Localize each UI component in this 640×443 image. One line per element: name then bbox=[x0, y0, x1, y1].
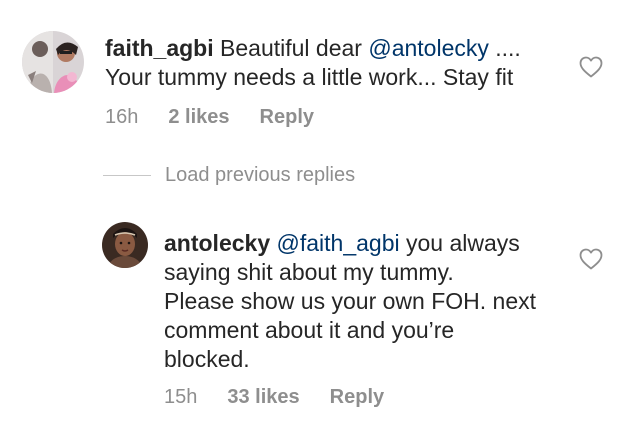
heart-icon[interactable] bbox=[579, 56, 603, 78]
replies-divider bbox=[103, 175, 151, 176]
comment-text: faith_agbi Beautiful dear @antolecky ...… bbox=[105, 34, 575, 92]
comment-text: antolecky @faith_agbi you always saying … bbox=[164, 229, 584, 374]
comment-username[interactable]: faith_agbi bbox=[105, 35, 214, 61]
reply-button[interactable]: Reply bbox=[260, 106, 314, 129]
avatar-faith-agbi[interactable] bbox=[22, 31, 84, 93]
comment-text-part: Beautiful dear bbox=[213, 35, 369, 61]
load-replies-label: Load previous replies bbox=[165, 164, 356, 186]
comment-username[interactable]: antolecky bbox=[164, 230, 270, 256]
comment-time: 15h bbox=[164, 386, 198, 408]
load-previous-replies[interactable]: Load previous replies bbox=[103, 164, 355, 187]
mention-link[interactable]: @antolecky bbox=[368, 35, 489, 61]
comment-meta: 16h 2 likes Reply bbox=[105, 106, 344, 129]
comment-likes[interactable]: 2 likes bbox=[168, 106, 229, 129]
comment-likes[interactable]: 33 likes bbox=[227, 386, 299, 409]
reply-button[interactable]: Reply bbox=[330, 386, 384, 409]
mention-link[interactable]: @faith_agbi bbox=[277, 230, 400, 256]
comment-meta: 15h 33 likes Reply bbox=[164, 386, 414, 409]
avatar-antolecky[interactable] bbox=[102, 222, 148, 268]
heart-icon[interactable] bbox=[579, 248, 603, 270]
comment-time: 16h bbox=[105, 106, 139, 128]
